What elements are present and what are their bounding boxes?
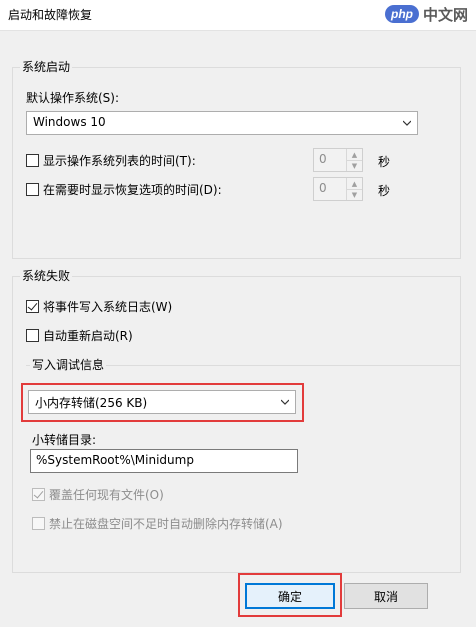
cancel-button[interactable]: 取消 [344,583,428,609]
dump-type-value: 小内存转储(256 KB) [35,396,148,410]
show-list-checkbox-box[interactable] [26,153,39,167]
spin-down-icon[interactable]: ▼ [347,160,362,171]
dialog-client-area: 系统启动 默认操作系统(S): Windows 10 显示操作系统列表的时间(T… [0,30,476,627]
overwrite-checkbox-box[interactable] [32,487,45,501]
default-os-select[interactable]: Windows 10 [26,111,418,135]
show-recovery-checkbox[interactable]: 在需要时显示恢复选项的时间(D): [26,181,222,197]
default-os-label: 默认操作系统(S): [26,91,120,105]
write-event-checkbox-box[interactable] [26,299,39,313]
overwrite-checkbox[interactable]: 覆盖任何现有文件(O) [32,486,164,502]
show-recovery-unit: 秒 [378,184,391,198]
title-bar: 启动和故障恢复 php 中文网 [0,0,476,30]
spin-down-icon[interactable]: ▼ [347,189,362,200]
auto-restart-label: 自动重新启动(R) [43,328,133,343]
show-list-time-spinner[interactable]: 0 ▲ ▼ [313,148,363,172]
show-list-label: 显示操作系统列表的时间(T): [43,153,196,168]
overwrite-label: 覆盖任何现有文件(O) [49,487,164,502]
watermark: php 中文网 [384,3,468,25]
debug-info-legend: 写入调试信息 [30,357,107,373]
dump-type-select[interactable]: 小内存转储(256 KB) [28,390,296,414]
auto-restart-checkbox[interactable]: 自动重新启动(R) [26,327,133,343]
show-list-unit: 秒 [378,155,391,169]
ok-button[interactable]: 确定 [245,583,335,609]
disable-auto-delete-checkbox-box[interactable] [32,516,45,530]
write-event-label: 将事件写入系统日志(W) [43,299,173,314]
show-recovery-time-value: 0 [319,181,327,195]
show-recovery-label: 在需要时显示恢复选项的时间(D): [43,182,222,197]
show-list-spin-buttons: ▲ ▼ [346,149,362,171]
dump-dir-input[interactable]: %SystemRoot%\Minidump [30,449,298,473]
dump-dir-label: 小转储目录: [32,433,97,447]
watermark-text: 中文网 [422,5,468,24]
auto-restart-checkbox-box[interactable] [26,328,39,342]
show-recovery-time-spinner[interactable]: 0 ▲ ▼ [313,177,363,201]
spin-up-icon[interactable]: ▲ [347,149,362,160]
show-list-checkbox[interactable]: 显示操作系统列表的时间(T): [26,152,196,168]
chevron-down-icon [281,399,289,405]
show-recovery-checkbox-box[interactable] [26,182,39,196]
write-event-checkbox[interactable]: 将事件写入系统日志(W) [26,298,172,314]
chevron-down-icon [403,120,411,126]
show-recovery-spin-buttons: ▲ ▼ [346,178,362,200]
system-failure-legend: 系统失败 [20,268,73,284]
default-os-value: Windows 10 [33,115,106,129]
spin-up-icon[interactable]: ▲ [347,178,362,189]
disable-auto-delete-label: 禁止在磁盘空间不足时自动删除内存转储(A) [49,516,283,531]
show-list-time-value: 0 [319,152,327,166]
system-startup-legend: 系统启动 [20,59,73,75]
watermark-badge: php [384,5,419,23]
disable-auto-delete-checkbox[interactable]: 禁止在磁盘空间不足时自动删除内存转储(A) [32,515,283,531]
debug-info-group: 写入调试信息 [26,357,461,373]
window-title: 启动和故障恢复 [8,8,93,22]
